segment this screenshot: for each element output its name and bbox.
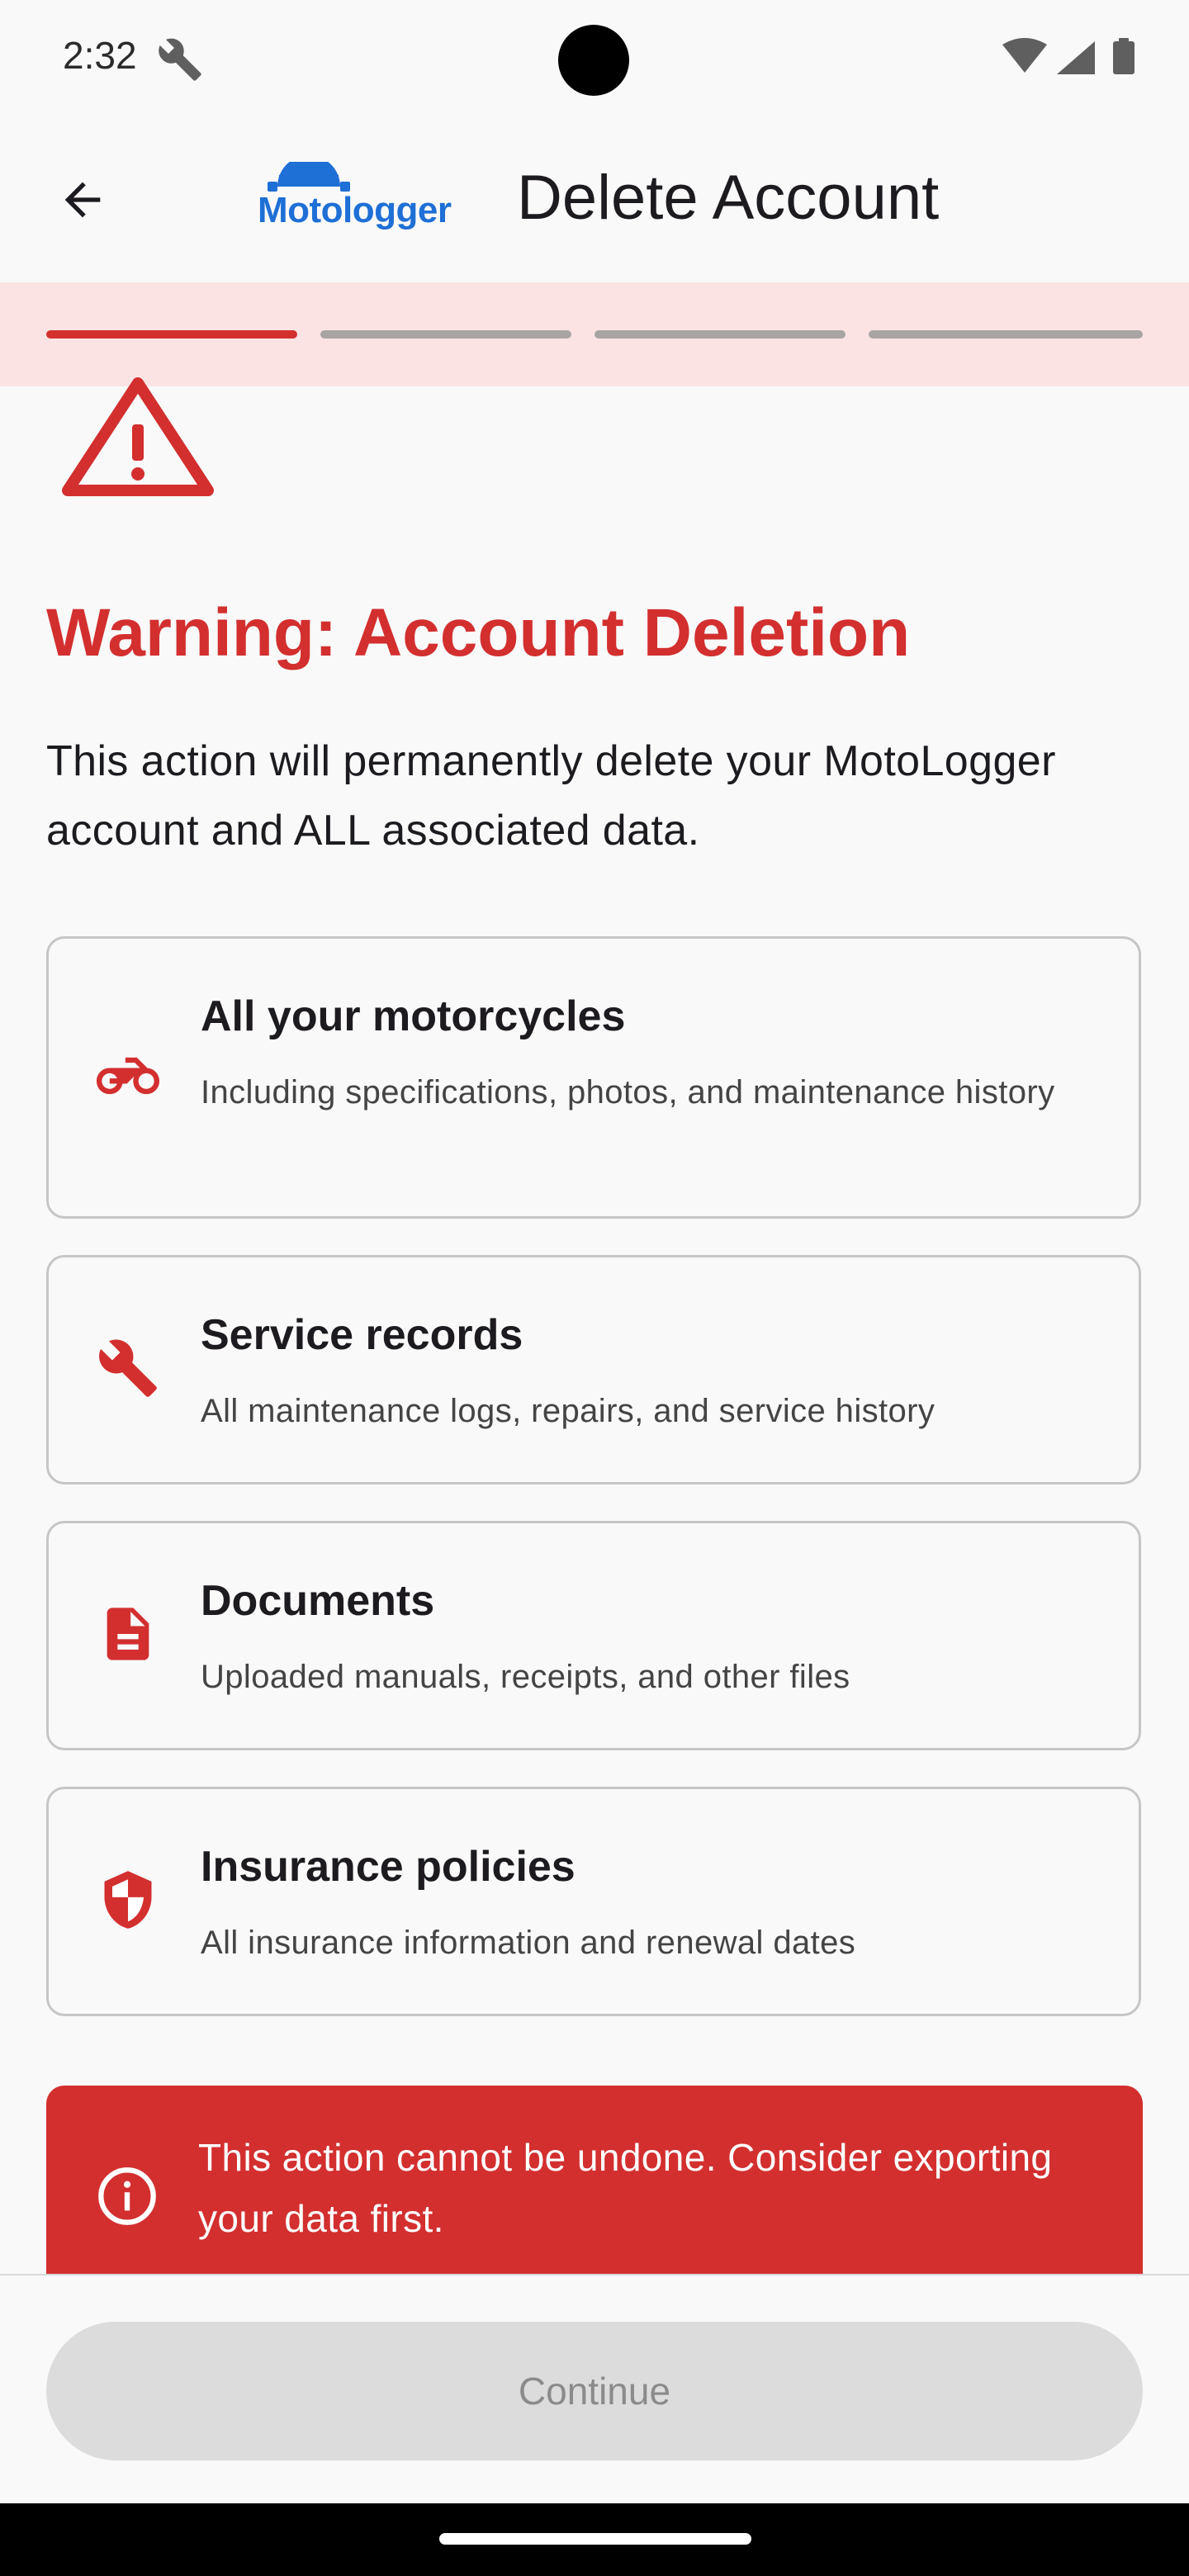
wrench-icon <box>99 1339 157 1397</box>
item-card-documents: Documents Uploaded manuals, receipts, an… <box>46 1521 1141 1750</box>
system-status-icons <box>1002 38 1135 74</box>
progress-band-overlay <box>0 282 1189 386</box>
item-title: Service records <box>201 1311 523 1359</box>
status-bar: 2:32 <box>0 0 1189 116</box>
signal-icon <box>1057 41 1095 74</box>
back-button[interactable] <box>43 160 122 239</box>
item-title: Insurance policies <box>201 1843 576 1891</box>
item-description: All maintenance logs, repairs, and servi… <box>201 1393 936 1429</box>
item-card-motorcycles: All your motorcycles Including specifica… <box>46 936 1141 1219</box>
continue-button[interactable]: Continue <box>46 2322 1143 2460</box>
warning-title: Warning: Account Deletion <box>46 595 911 670</box>
item-title: Documents <box>201 1577 435 1625</box>
item-description: Including specifications, photos, and ma… <box>201 1074 1055 1110</box>
item-card-insurance: Insurance policies All insurance informa… <box>46 1787 1141 2016</box>
wifi-icon <box>1002 38 1047 73</box>
page-title: Delete Account <box>517 163 940 233</box>
item-description: All insurance information and renewal da… <box>201 1925 856 1961</box>
document-icon <box>107 1608 149 1660</box>
shield-icon <box>104 1871 152 1929</box>
wrench-icon <box>159 38 201 81</box>
battery-icon <box>1113 38 1135 74</box>
item-card-service-records: Service records All maintenance logs, re… <box>46 1255 1141 1485</box>
item-description: Uploaded manuals, receipts, and other fi… <box>201 1659 850 1695</box>
gear-icon <box>268 162 350 192</box>
logo-text: Motologger <box>258 190 452 230</box>
info-icon <box>98 2167 156 2225</box>
motorcycle-icon <box>97 1057 159 1095</box>
warning-triangle-icon <box>62 377 214 496</box>
item-title: All your motorcycles <box>201 992 626 1040</box>
warning-description: This action will permanently delete your… <box>46 737 1056 855</box>
arrow-back-icon <box>64 182 101 218</box>
camera-cutout <box>558 25 629 96</box>
status-time: 2:32 <box>63 34 137 77</box>
alert-text: This action cannot be undone. Consider e… <box>198 2136 1053 2240</box>
home-handle[interactable] <box>439 2533 751 2545</box>
undo-warning-banner: This action cannot be undone. Consider e… <box>46 2086 1143 2275</box>
